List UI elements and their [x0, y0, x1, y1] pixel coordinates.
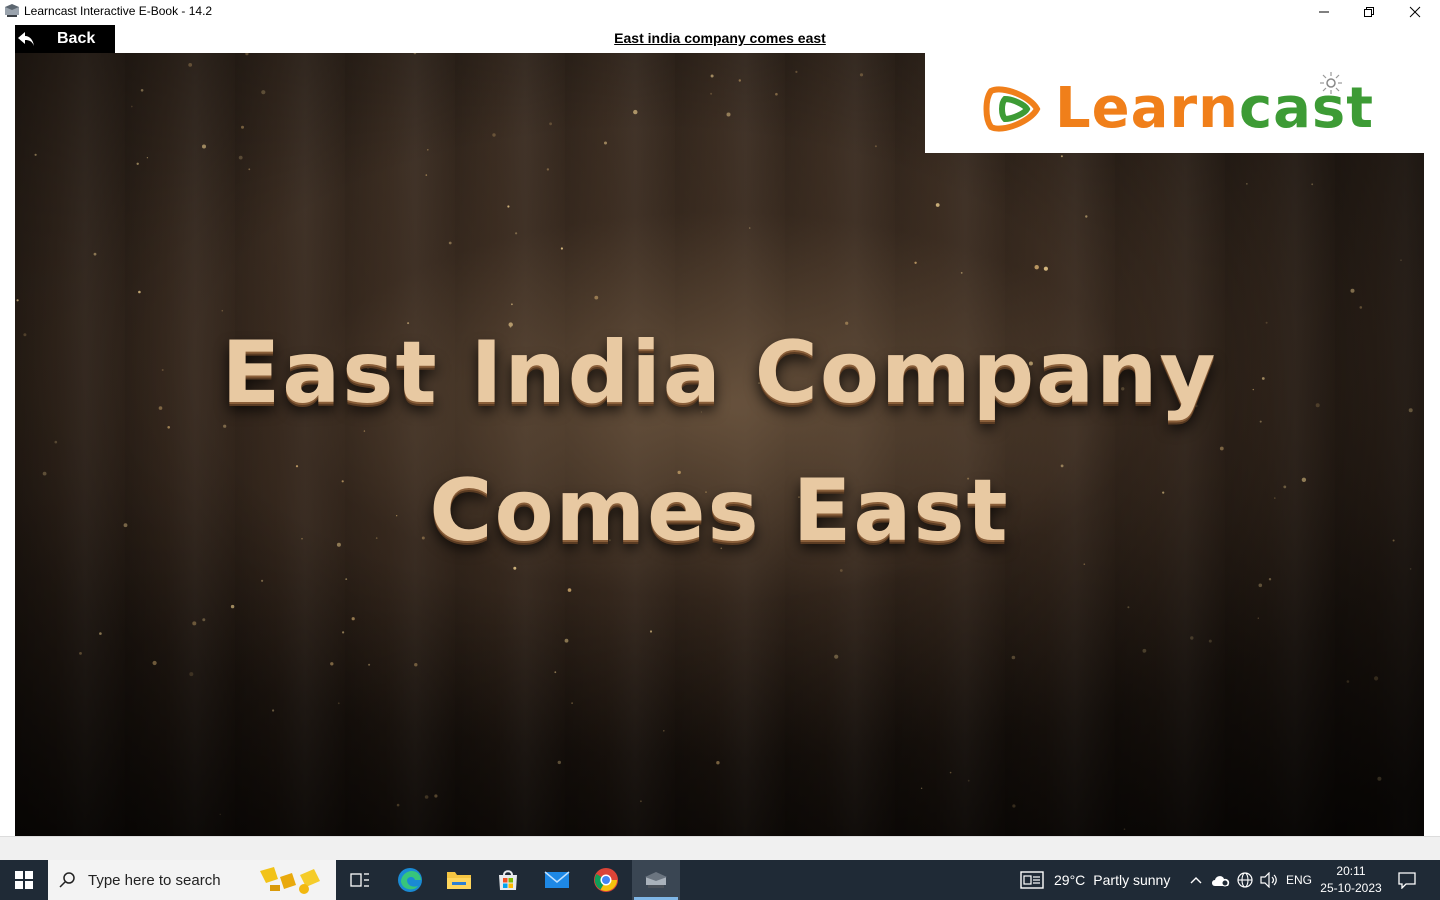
- restore-button[interactable]: [1346, 0, 1392, 24]
- window-titlebar: Learncast Interactive E-Book - 14.2: [0, 0, 1440, 24]
- mail-icon: [544, 871, 570, 888]
- volume-tray[interactable]: [1258, 860, 1280, 900]
- task-view-icon: [350, 873, 369, 887]
- taskbar-mail[interactable]: [533, 860, 581, 900]
- windows-icon: [15, 871, 33, 889]
- learncast-logo: Learncast: [925, 53, 1425, 153]
- edge-icon: [398, 868, 422, 892]
- clock[interactable]: 20:11 25-10-2023: [1318, 863, 1384, 897]
- taskbar-edge[interactable]: [386, 860, 434, 900]
- app-icon: [5, 4, 19, 17]
- taskbar-file-explorer[interactable]: [435, 860, 483, 900]
- minimize-icon: [1319, 11, 1329, 13]
- search-highlight-icon: [260, 867, 320, 894]
- notification-center-button[interactable]: [1392, 860, 1422, 900]
- search-icon: [48, 871, 88, 889]
- search-placeholder: Type here to search: [88, 871, 221, 889]
- start-button[interactable]: [0, 860, 48, 900]
- network-tray[interactable]: [1234, 860, 1256, 900]
- speaker-icon: [1260, 872, 1277, 888]
- taskbar-chrome[interactable]: [582, 860, 630, 900]
- news-weather-icon: [1020, 871, 1044, 889]
- video-title-line1: East India Company: [221, 323, 1218, 423]
- play-logo-icon: [983, 86, 1041, 132]
- windows-taskbar: Type here to search 29°C Partly sunny EN…: [0, 860, 1440, 900]
- close-button[interactable]: [1392, 0, 1438, 24]
- weather-widget[interactable]: 29°C Partly sunny: [1020, 860, 1170, 900]
- sun-icon: [1320, 72, 1342, 94]
- logo-text-cast: cast: [1238, 76, 1375, 141]
- learncast-app-icon: [645, 872, 667, 888]
- logo-text-learn: Learn: [1055, 76, 1239, 141]
- close-icon: [1409, 6, 1421, 18]
- chevron-up-icon: [1190, 877, 1202, 884]
- status-strip: [0, 836, 1440, 860]
- window-title: Learncast Interactive E-Book - 14.2: [24, 4, 213, 18]
- weather-description: Partly sunny: [1093, 872, 1171, 888]
- weather-temperature: 29°C: [1054, 872, 1086, 888]
- restore-icon: [1364, 7, 1374, 17]
- video-title-line2: Comes East: [429, 461, 1010, 561]
- globe-icon: [1237, 872, 1253, 888]
- video-player[interactable]: East India Company Comes East: [15, 53, 1424, 836]
- cloud-icon: [1212, 876, 1230, 887]
- language-indicator[interactable]: ENG: [1284, 860, 1314, 900]
- file-explorer-icon: [447, 872, 471, 889]
- task-view-button[interactable]: [336, 860, 384, 900]
- clock-time: 20:11: [1336, 864, 1366, 878]
- show-hidden-icons-button[interactable]: [1186, 860, 1206, 900]
- onedrive-tray[interactable]: [1210, 860, 1232, 900]
- microsoft-store-icon: [499, 870, 517, 890]
- page-title: East india company comes east: [614, 30, 826, 46]
- taskbar-search-box[interactable]: Type here to search: [48, 860, 336, 900]
- clock-date: 25-10-2023: [1320, 881, 1382, 895]
- video-vignette: [15, 53, 1424, 836]
- notification-icon: [1398, 872, 1416, 889]
- taskbar-learncast[interactable]: [632, 860, 680, 900]
- chrome-icon: [594, 868, 618, 892]
- taskbar-store[interactable]: [484, 860, 532, 900]
- minimize-button[interactable]: [1301, 0, 1347, 24]
